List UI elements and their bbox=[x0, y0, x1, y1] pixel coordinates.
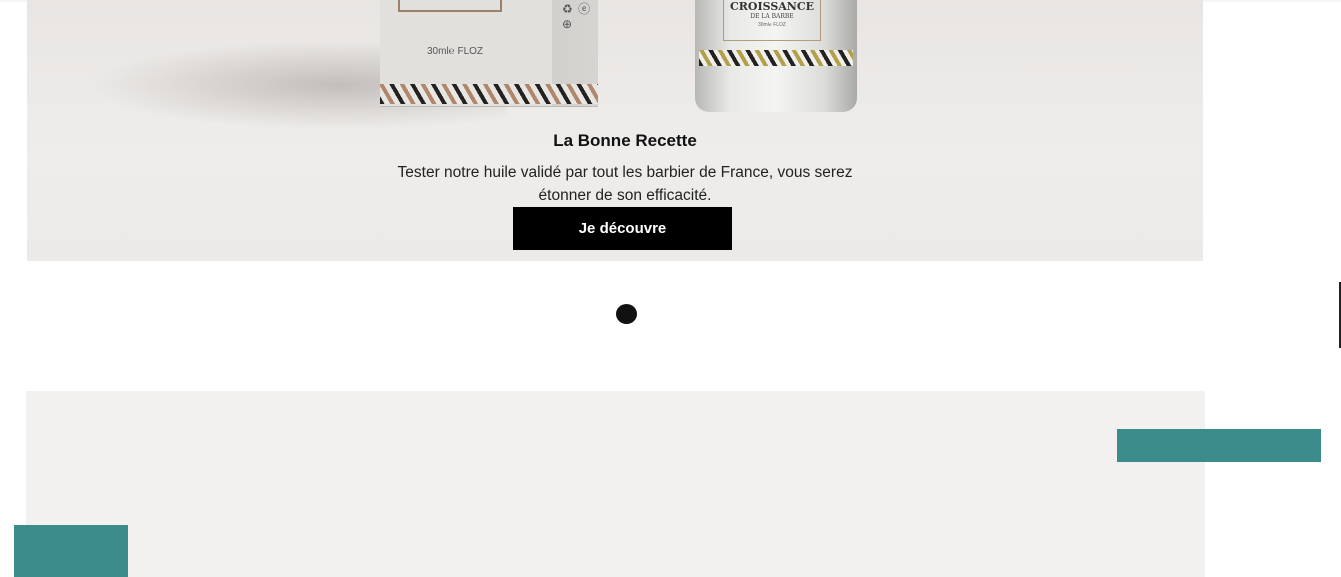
bottle-subtitle: DE LA BARBE bbox=[750, 13, 794, 20]
bottle-volume: 30ml℮ FLOZ bbox=[757, 22, 786, 28]
decorative-teal-block-left bbox=[14, 525, 128, 577]
bottle-stripes bbox=[699, 50, 853, 66]
discover-button[interactable]: Je découvre bbox=[513, 207, 732, 250]
bottle-brand: CROISSANCE bbox=[730, 0, 814, 13]
product-box-image: 30ml℮ FLOZ ♻ ⓔ ⊕ bbox=[380, 0, 598, 107]
product-bottle-image: CROISSANCE DE LA BARBE 30ml℮ FLOZ bbox=[695, 0, 857, 112]
box-volume-label: 30ml℮ FLOZ bbox=[427, 46, 484, 57]
decorative-teal-bar-right bbox=[1117, 429, 1321, 462]
box-label-frame bbox=[398, 0, 502, 12]
recycling-icons: ♻ ⓔ ⊕ bbox=[562, 2, 592, 31]
box-stripes bbox=[380, 84, 598, 104]
content-panel bbox=[26, 391, 1205, 577]
bottle-label: CROISSANCE DE LA BARBE 30ml℮ FLOZ bbox=[723, 0, 821, 41]
hero-banner: 30ml℮ FLOZ ♻ ⓔ ⊕ CROISSANCE DE LA BARBE … bbox=[27, 0, 1203, 261]
carousel-dot[interactable] bbox=[616, 304, 637, 324]
hero-title: La Bonne Recette bbox=[553, 131, 697, 150]
hero-description: Tester notre huile validé par tout les b… bbox=[397, 164, 853, 204]
